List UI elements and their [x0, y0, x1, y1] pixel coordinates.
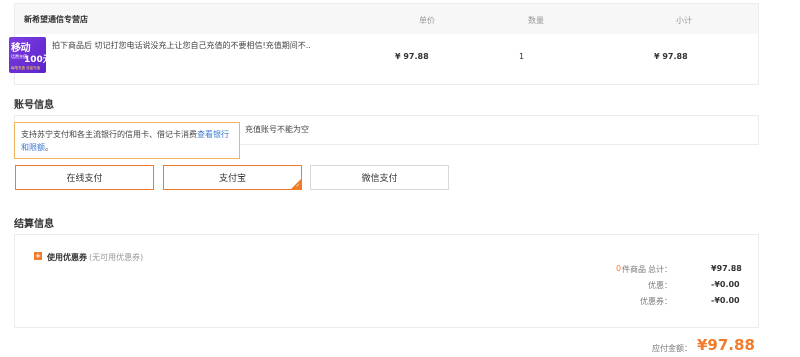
item-price: ¥ 97.88 [395, 52, 429, 61]
product-image-amount: 100元 [24, 55, 52, 65]
account-section-title: 账号信息 [14, 100, 54, 111]
alipay-button[interactable]: 支付宝 ✓ [163, 165, 302, 190]
account-error-message: 充值账号不能为空 [245, 125, 309, 134]
item-count: 0 [616, 264, 622, 273]
online-pay-button[interactable]: 在线支付 [15, 165, 154, 190]
product-image[interactable]: 移动 话费充值 100元 每笔充值 流量充值 [9, 37, 52, 73]
coupon-sum-value: -¥0.00 [711, 296, 740, 305]
column-header-qty: 数量 [528, 16, 544, 25]
wechat-pay-button[interactable]: 微信支付 [310, 165, 449, 190]
column-header-subtotal: 小计 [676, 16, 692, 25]
coupon-sum-label: 优惠券： [640, 297, 672, 306]
order-table-header: 新希望通信专营店 单价 数量 小计 [15, 4, 758, 34]
item-count-label: 件商品 [622, 265, 646, 274]
discount-value: -¥0.00 [711, 280, 740, 289]
item-subtotal: ¥ 97.88 [654, 52, 688, 61]
total-label: 总计： [648, 265, 672, 274]
payment-tooltip: 支持苏宁支付和各主流银行的信用卡、借记卡消费查看银行和限额。 [14, 122, 240, 159]
payable-value: ¥97.88 [697, 336, 755, 354]
product-title[interactable]: 拍下商品后 切记打您电话说没充上让您自己充值的不要相信!充值期间不... [52, 40, 310, 51]
coupon-note: (无可用优惠券) [89, 253, 144, 262]
tooltip-tail: 。 [45, 143, 53, 152]
use-coupon-toggle[interactable]: 使用优惠券 [47, 252, 87, 263]
check-icon: ✓ [295, 183, 300, 189]
total-value: ¥97.88 [711, 264, 742, 273]
wechat-pay-label: 微信支付 [361, 174, 398, 184]
expand-plus-icon[interactable]: + [34, 252, 42, 260]
shop-name[interactable]: 新希望通信专营店 [24, 14, 88, 25]
product-image-footer: 每笔充值 流量充值 [11, 66, 41, 70]
online-pay-label: 在线支付 [66, 174, 103, 184]
column-header-price: 单价 [419, 16, 435, 25]
alipay-label: 支付宝 [218, 174, 246, 184]
settlement-section-title: 结算信息 [14, 219, 54, 230]
tooltip-text: 支持苏宁支付和各主流银行的信用卡、借记卡消费 [21, 130, 197, 139]
payable-label: 应付金额： [652, 344, 692, 353]
discount-label: 优惠： [648, 281, 672, 290]
item-quantity: 1 [519, 52, 525, 61]
